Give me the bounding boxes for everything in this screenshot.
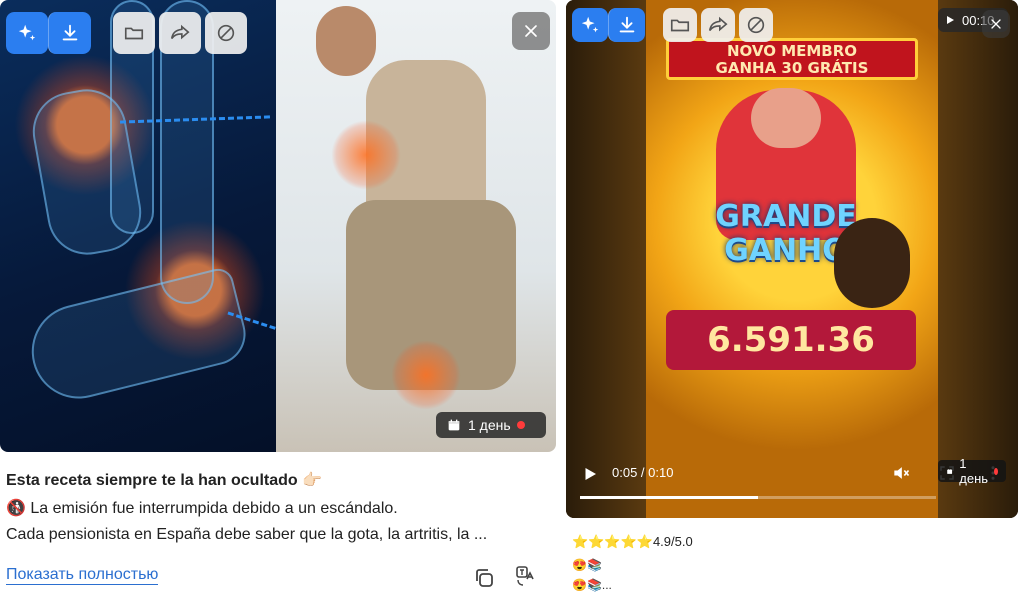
date-badge: 1 день [436, 412, 546, 438]
person-head [316, 6, 376, 76]
translate-button[interactable] [512, 562, 540, 590]
download-icon [62, 24, 78, 41]
post-text-line: Cada pensionista en España debe saber qu… [6, 526, 488, 543]
post-text-line: 🚯 La emisión fue interrumpida debido a u… [6, 500, 398, 517]
block-button[interactable] [739, 8, 773, 42]
ai-button[interactable] [572, 8, 608, 42]
download-button[interactable] [608, 8, 645, 42]
block-button[interactable] [205, 12, 247, 54]
win-amount: 6.591.36 [666, 310, 916, 370]
download-icon [619, 16, 635, 33]
calendar-icon [448, 419, 460, 431]
translate-icon [516, 566, 534, 586]
copy-icon [476, 569, 493, 587]
close-button[interactable] [512, 12, 550, 50]
folder-button[interactable] [113, 12, 155, 54]
video-progress-bar[interactable] [580, 496, 936, 499]
date-badge-label: 1 день [959, 456, 989, 486]
promo-banner: NOVO MEMBRO GANHA 30 GRÁTIS [666, 38, 918, 80]
big-win-line1: GRANDE [715, 199, 857, 234]
left-post-media[interactable]: 1 день [0, 0, 556, 452]
photo-man-in-pain [276, 0, 556, 452]
block-icon [217, 24, 235, 42]
player-time: 0:05 / 0:10 [612, 465, 674, 480]
play-icon [947, 16, 954, 24]
media-toolbar [572, 8, 773, 42]
foot-bones [21, 265, 253, 409]
volume-muted-icon [894, 467, 910, 479]
close-button[interactable] [982, 10, 1010, 38]
play-icon [585, 468, 596, 480]
media-toolbar [6, 12, 247, 54]
rating-stars: ⭐⭐⭐⭐⭐ [572, 534, 653, 549]
sparkle-icon [581, 16, 599, 33]
video-blur-right [938, 0, 1018, 518]
emoji-line: 😍📚... [572, 578, 612, 592]
video-blur-left [566, 0, 646, 518]
close-icon [991, 19, 1001, 29]
post-title: Esta receta siempre te la han ocultado 👉… [6, 472, 323, 489]
promo-line1: NOVO MEMBRO [726, 42, 858, 60]
right-post-video[interactable]: NOVO MEMBRO GANHA 30 GRÁTIS GRANDE GANHO… [566, 0, 1018, 518]
ankle-glow [391, 340, 461, 410]
reaction-face [834, 218, 910, 308]
rating-line: ⭐⭐⭐⭐⭐4.9/5.0 [572, 534, 693, 550]
close-icon [525, 25, 537, 37]
mute-button[interactable] [886, 458, 916, 488]
live-dot [994, 467, 998, 475]
live-dot [516, 421, 525, 429]
folder-icon [670, 19, 690, 32]
bull-head [751, 88, 821, 148]
promo-line2: GANHA 30 GRÁTIS [715, 59, 869, 77]
copy-button[interactable] [470, 564, 498, 592]
emoji-line: 😍📚 [572, 558, 602, 572]
share-icon [708, 16, 728, 32]
video-progress-fill [580, 496, 758, 499]
ai-button[interactable] [6, 12, 48, 54]
calendar-icon [947, 468, 953, 474]
date-badge-label: 1 день [468, 417, 511, 433]
rating-value: 4.9/5.0 [652, 534, 693, 549]
video-controls: 0:05 / 0:10 1 день [566, 452, 1018, 518]
play-button[interactable] [576, 460, 604, 488]
wrist-glow [331, 120, 401, 190]
block-icon [747, 16, 765, 34]
date-badge: 1 день [938, 456, 1006, 486]
sparkle-icon [18, 24, 36, 41]
folder-button[interactable] [663, 8, 697, 42]
folder-icon [124, 27, 144, 40]
show-more-link[interactable]: Показать полностью [6, 566, 159, 585]
share-icon [170, 24, 190, 40]
download-button[interactable] [48, 12, 91, 54]
share-button[interactable] [159, 12, 201, 54]
xray-image [0, 0, 343, 452]
share-button[interactable] [701, 8, 735, 42]
